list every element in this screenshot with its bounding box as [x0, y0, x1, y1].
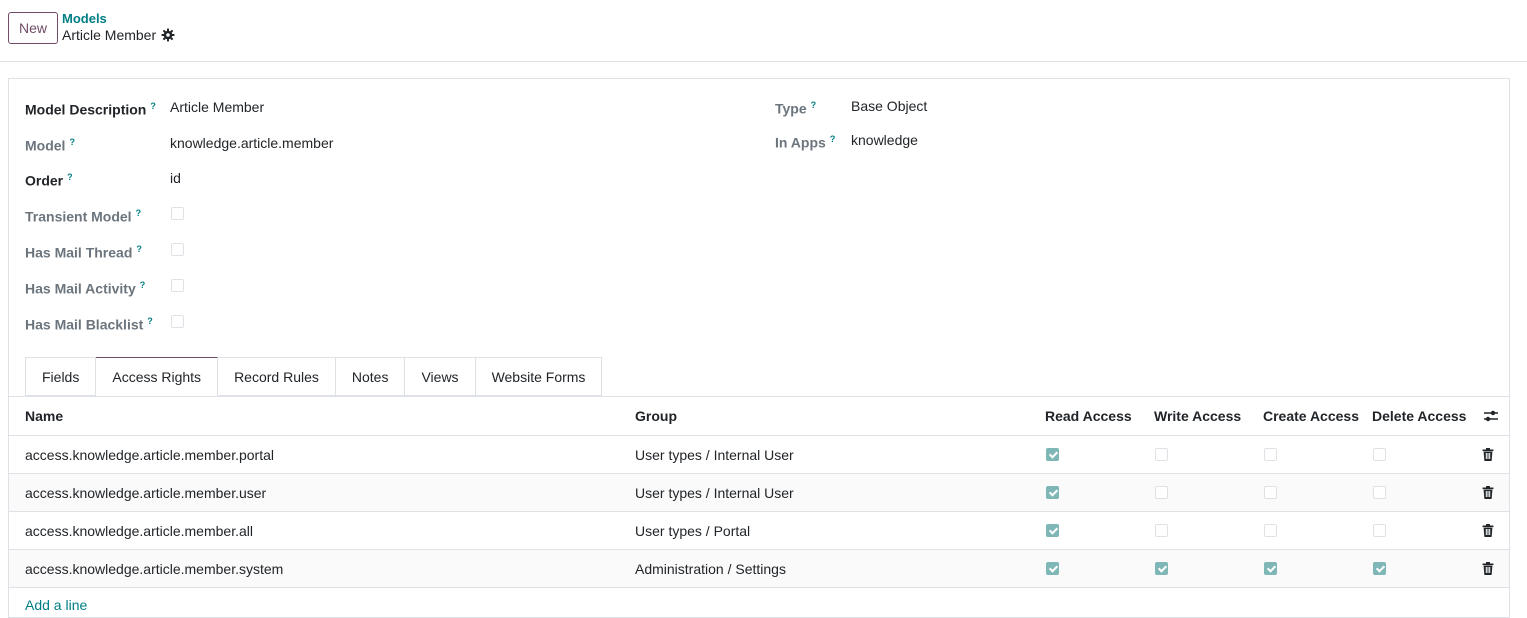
- write-access-checkbox[interactable]: [1155, 448, 1168, 461]
- create-access-checkbox[interactable]: [1264, 486, 1277, 499]
- model-value: knowledge.article.member: [170, 135, 334, 151]
- delete-access-checkbox[interactable]: [1373, 562, 1386, 575]
- in-apps-label-text: In Apps: [775, 134, 826, 151]
- help-tooltip-icon[interactable]: ?: [136, 208, 142, 218]
- has-mail-blacklist-checkbox[interactable]: [171, 315, 184, 328]
- column-header-group[interactable]: Group: [635, 397, 677, 435]
- has-mail-blacklist-label-text: Has Mail Blacklist: [25, 316, 144, 333]
- column-header-name[interactable]: Name: [25, 397, 63, 435]
- notebook-tabs: Fields Access Rights Record Rules Notes …: [25, 357, 603, 396]
- type-label-text: Type: [775, 100, 807, 117]
- read-access-checkbox[interactable]: [1046, 524, 1059, 537]
- new-button[interactable]: New: [8, 12, 58, 44]
- transient-model-label-text: Transient Model: [25, 208, 132, 225]
- model-description-value[interactable]: Article Member: [170, 99, 264, 116]
- transient-model-label: Transient Model?: [25, 205, 141, 226]
- help-tooltip-icon[interactable]: ?: [830, 134, 836, 144]
- row-group-cell[interactable]: User types / Portal: [635, 512, 750, 549]
- row-name-cell[interactable]: access.knowledge.article.member.all: [25, 512, 253, 549]
- gear-icon[interactable]: [161, 28, 175, 42]
- has-mail-thread-label-text: Has Mail Thread: [25, 244, 133, 261]
- delete-access-checkbox[interactable]: [1373, 486, 1386, 499]
- help-tooltip-icon[interactable]: ?: [811, 100, 817, 110]
- table-row[interactable]: access.knowledge.article.member.user User…: [9, 474, 1509, 512]
- tab-record-rules[interactable]: Record Rules: [218, 357, 336, 396]
- model-label: Model?: [25, 134, 75, 155]
- help-tooltip-icon[interactable]: ?: [150, 101, 156, 111]
- row-name-cell[interactable]: access.knowledge.article.member.portal: [25, 436, 274, 473]
- create-access-checkbox[interactable]: [1264, 562, 1277, 575]
- tab-views[interactable]: Views: [405, 357, 476, 396]
- trash-icon[interactable]: [1482, 486, 1494, 499]
- has-mail-activity-checkbox[interactable]: [171, 279, 184, 292]
- has-mail-thread-checkbox[interactable]: [171, 243, 184, 256]
- write-access-checkbox[interactable]: [1155, 524, 1168, 537]
- row-group-cell[interactable]: User types / Internal User: [635, 436, 794, 473]
- help-tooltip-icon[interactable]: ?: [67, 172, 73, 182]
- tab-notes[interactable]: Notes: [335, 357, 406, 396]
- write-access-checkbox[interactable]: [1155, 562, 1168, 575]
- table-row[interactable]: access.knowledge.article.member.portal Us…: [9, 436, 1509, 474]
- has-mail-activity-label: Has Mail Activity?: [25, 277, 145, 298]
- write-access-checkbox[interactable]: [1155, 486, 1168, 499]
- sliders-icon[interactable]: [1483, 397, 1499, 435]
- column-header-delete-access[interactable]: Delete Access: [1372, 397, 1466, 435]
- model-description-label: Model Description?: [25, 98, 156, 119]
- order-value[interactable]: id: [170, 170, 181, 187]
- in-apps-label: In Apps?: [775, 131, 835, 152]
- control-panel: New Models Article Member: [0, 0, 1527, 62]
- has-mail-thread-label: Has Mail Thread?: [25, 241, 142, 262]
- help-tooltip-icon[interactable]: ?: [140, 280, 146, 290]
- create-access-checkbox[interactable]: [1264, 524, 1277, 537]
- create-access-checkbox[interactable]: [1264, 448, 1277, 461]
- row-name-cell[interactable]: access.knowledge.article.member.system: [25, 550, 283, 587]
- order-label: Order?: [25, 169, 73, 190]
- trash-icon[interactable]: [1482, 524, 1494, 537]
- read-access-checkbox[interactable]: [1046, 562, 1059, 575]
- add-a-line-link[interactable]: Add a line: [25, 597, 87, 613]
- row-group-cell[interactable]: User types / Internal User: [635, 474, 794, 511]
- record-title: Article Member: [62, 27, 157, 43]
- has-mail-activity-label-text: Has Mail Activity: [25, 280, 136, 297]
- has-mail-blacklist-label: Has Mail Blacklist?: [25, 313, 153, 334]
- table-row[interactable]: access.knowledge.article.member.system Ad…: [9, 550, 1509, 588]
- tab-fields[interactable]: Fields: [25, 357, 97, 396]
- column-header-read-access[interactable]: Read Access: [1045, 397, 1132, 435]
- order-label-text: Order: [25, 172, 64, 189]
- row-name-cell[interactable]: access.knowledge.article.member.user: [25, 474, 266, 511]
- column-header-create-access[interactable]: Create Access: [1263, 397, 1359, 435]
- trash-icon[interactable]: [1482, 562, 1494, 575]
- help-tooltip-icon[interactable]: ?: [147, 316, 153, 326]
- delete-access-checkbox[interactable]: [1373, 448, 1386, 461]
- help-tooltip-icon[interactable]: ?: [136, 244, 142, 254]
- read-access-checkbox[interactable]: [1046, 448, 1059, 461]
- table-row[interactable]: access.knowledge.article.member.all User …: [9, 512, 1509, 550]
- table-header-row: Name Group Read Access Write Access Crea…: [9, 396, 1509, 436]
- trash-icon[interactable]: [1482, 448, 1494, 461]
- delete-access-checkbox[interactable]: [1373, 524, 1386, 537]
- tab-access-rights[interactable]: Access Rights: [96, 357, 219, 396]
- tab-website-forms[interactable]: Website Forms: [475, 357, 603, 396]
- read-access-checkbox[interactable]: [1046, 486, 1059, 499]
- type-label: Type?: [775, 97, 816, 118]
- type-value: Base Object: [851, 98, 928, 114]
- help-tooltip-icon[interactable]: ?: [69, 137, 75, 147]
- breadcrumb-models-link[interactable]: Models: [62, 11, 107, 26]
- column-header-write-access[interactable]: Write Access: [1154, 397, 1241, 435]
- transient-model-checkbox[interactable]: [171, 207, 184, 220]
- in-apps-value: knowledge: [851, 132, 918, 148]
- model-description-label-text: Model Description: [25, 101, 147, 118]
- row-group-cell[interactable]: Administration / Settings: [635, 550, 786, 587]
- model-label-text: Model: [25, 137, 66, 154]
- form-sheet: Model Description? Article Member Model?…: [8, 78, 1510, 618]
